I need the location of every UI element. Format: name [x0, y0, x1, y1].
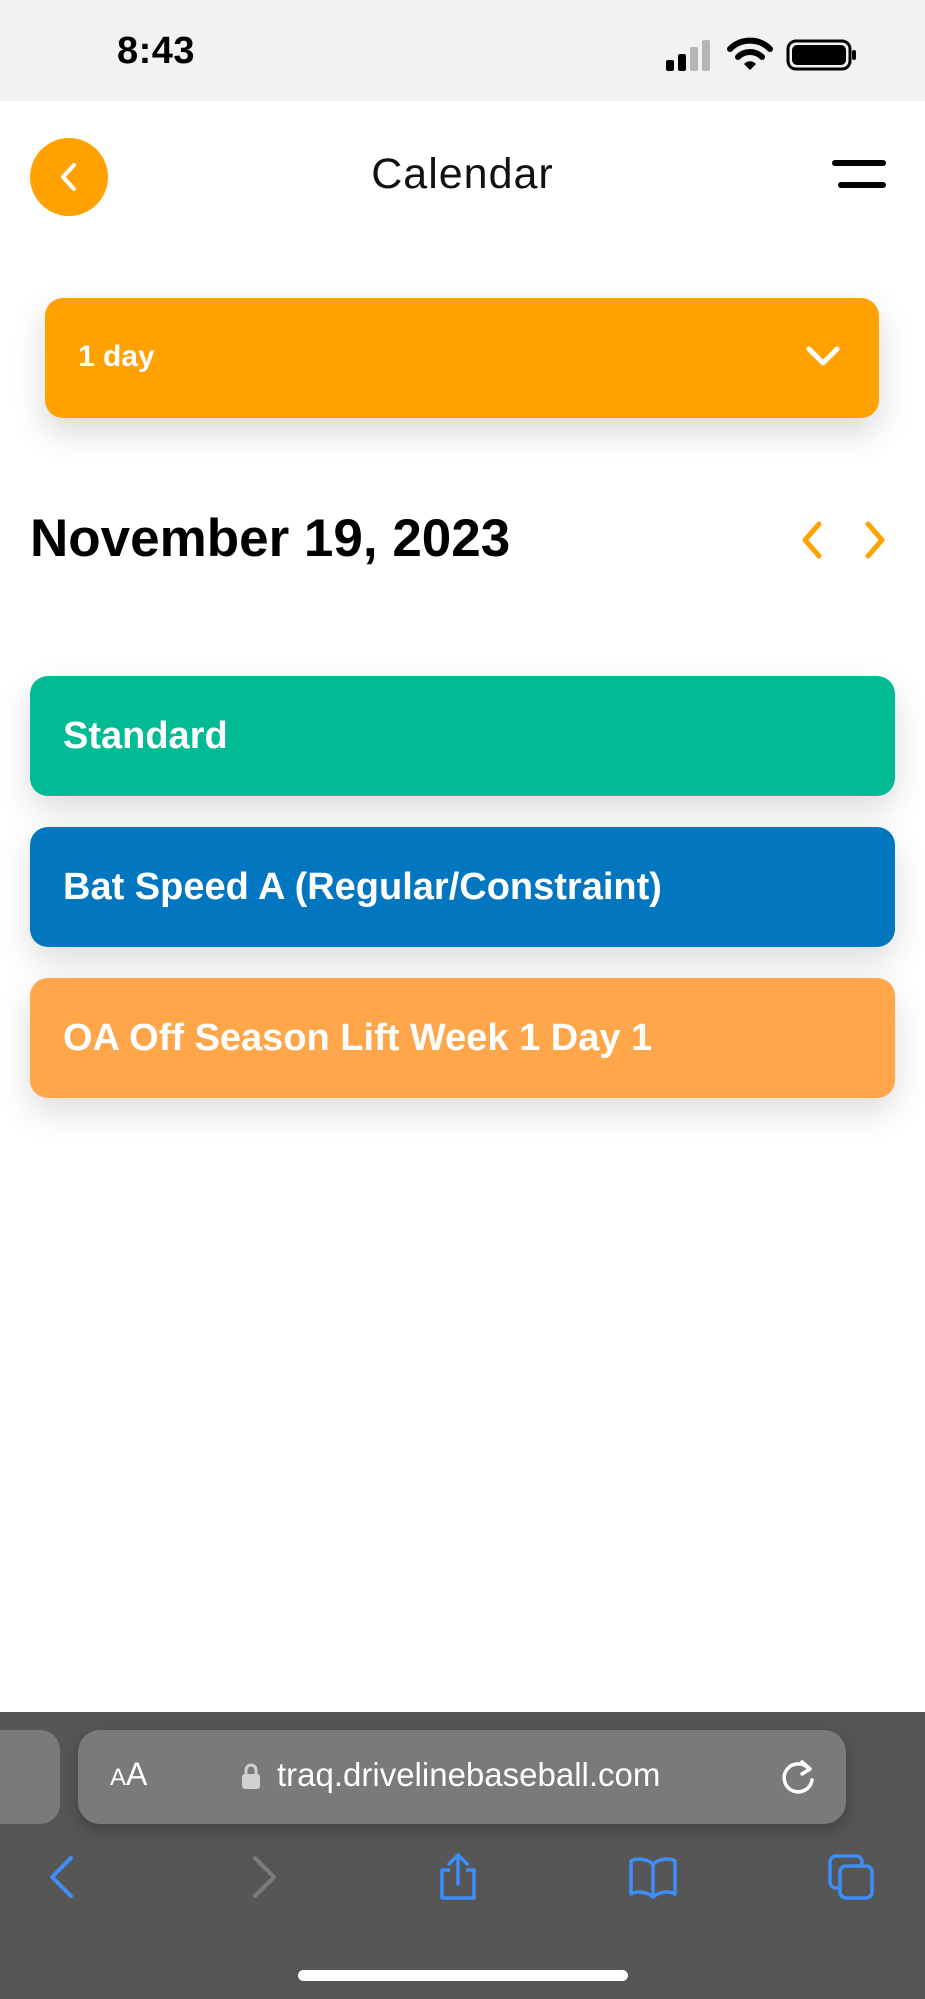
home-indicator [298, 1970, 628, 1981]
range-select-value: 1 day [78, 340, 155, 373]
share-icon[interactable] [433, 1852, 483, 1902]
status-time: 8:43 [117, 30, 196, 72]
wifi-icon [727, 37, 773, 70]
previous-day-icon[interactable] [797, 518, 829, 562]
chevron-down-icon [806, 346, 840, 366]
next-day-icon[interactable] [858, 518, 890, 562]
date-heading: November 19, 2023 [30, 509, 511, 568]
range-select[interactable]: 1 day [45, 298, 879, 418]
event-card-oa-lift[interactable]: OA Off Season Lift Week 1 Day 1 [30, 978, 895, 1098]
event-card-bat-speed[interactable]: Bat Speed A (Regular/Constraint) [30, 827, 895, 947]
event-card-standard[interactable]: Standard [30, 676, 895, 796]
cellular-signal-icon [666, 40, 710, 71]
lock-icon [242, 1763, 260, 1789]
event-label: OA Off Season Lift Week 1 Day 1 [63, 1017, 653, 1059]
event-label: Bat Speed A (Regular/Constraint) [63, 866, 662, 908]
forward-icon[interactable] [238, 1852, 288, 1902]
hamburger-menu-icon[interactable] [828, 156, 890, 198]
text-size-button[interactable]: AA [110, 1756, 147, 1793]
event-label: Standard [63, 715, 228, 757]
tabs-icon[interactable] [826, 1852, 876, 1902]
page-title: Calendar [371, 150, 554, 198]
back-icon[interactable] [38, 1852, 88, 1902]
bookmarks-icon[interactable] [628, 1852, 678, 1902]
previous-tab-preview[interactable] [0, 1730, 60, 1824]
address-bar[interactable]: AA traq.drivelinebaseball.com [78, 1730, 846, 1824]
battery-icon [786, 39, 856, 71]
reload-icon[interactable] [778, 1756, 818, 1798]
url-text: traq.drivelinebaseball.com [277, 1756, 661, 1793]
